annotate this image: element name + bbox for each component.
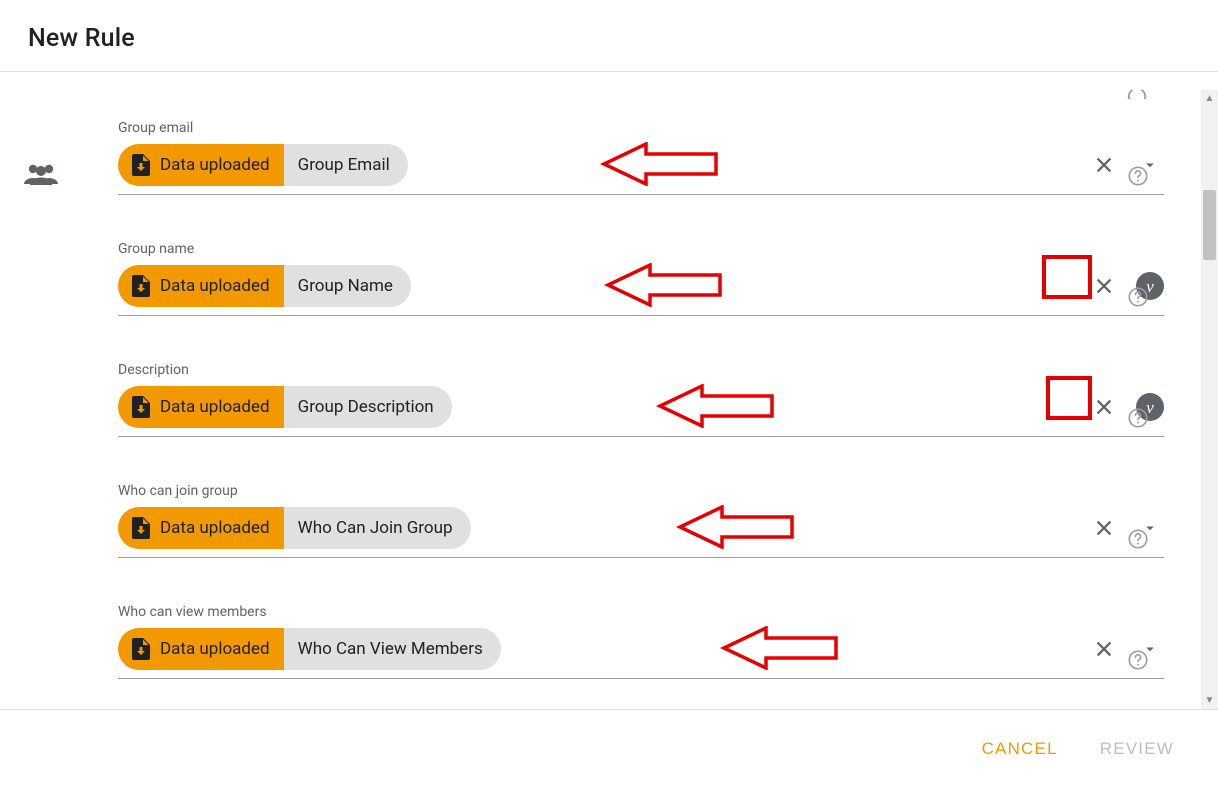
help-icon[interactable] [1124,283,1152,311]
field-label: Group email [118,120,1164,136]
chip-row[interactable]: Data uploaded Who Can View Members [118,628,1164,679]
field-group-name: Group name Data uploaded Group Name [118,241,1164,316]
chip-source: Data uploaded [118,507,284,549]
field-description: Description Data uploaded Group Descript… [118,362,1164,437]
chip-source: Data uploaded [118,144,284,186]
scrollbar[interactable]: ▲ ▼ [1201,90,1218,709]
file-upload-icon [132,154,150,176]
help-icon[interactable] [1124,162,1152,190]
help-icon[interactable] [1124,646,1152,674]
help-icon[interactable] [1126,90,1148,103]
footer: CANCEL REVIEW [0,709,1218,787]
chip-value: Group Name [284,265,411,307]
field-label: Description [118,362,1164,378]
clear-button[interactable] [1090,635,1118,663]
field-label: Group name [118,241,1164,257]
clear-button[interactable] [1090,151,1118,179]
scrollbar-thumb[interactable] [1203,190,1216,260]
file-upload-icon [132,275,150,297]
chip-row[interactable]: Data uploaded Group Name v [118,265,1164,316]
field-label: Who can join group [118,483,1164,499]
clear-button[interactable] [1090,272,1118,300]
chip-row[interactable]: Data uploaded Who Can Join Group [118,507,1164,558]
form-scroll-area: Group email Data uploaded Group Email [0,90,1194,709]
fields-container: Group email Data uploaded Group Email [118,90,1164,679]
mapping-chip[interactable]: Data uploaded Group Email [118,144,408,186]
mapping-chip[interactable]: Data uploaded Who Can Join Group [118,507,471,549]
mapping-chip[interactable]: Data uploaded Group Description [118,386,452,428]
scroll-up-icon[interactable]: ▲ [1201,90,1218,107]
chip-row[interactable]: Data uploaded Group Email [118,144,1164,195]
page-title: New Rule [28,24,1190,53]
chip-source-label: Data uploaded [160,276,270,296]
cancel-button[interactable]: CANCEL [978,733,1062,765]
chip-value: Who Can Join Group [284,507,471,549]
field-label: Who can view members [118,604,1164,620]
chip-value: Group Description [284,386,452,428]
clear-button[interactable] [1090,393,1118,421]
chip-row[interactable]: Data uploaded Group Description v [118,386,1164,437]
page-header: New Rule [0,0,1218,72]
mapping-chip[interactable]: Data uploaded Who Can View Members [118,628,501,670]
chip-value: Group Email [284,144,408,186]
field-group-email: Group email Data uploaded Group Email [118,120,1164,195]
chip-source: Data uploaded [118,628,284,670]
field-who-can-join: Who can join group Data uploaded Who Can… [118,483,1164,558]
scroll-down-icon[interactable]: ▼ [1201,692,1218,709]
clear-button[interactable] [1090,514,1118,542]
chip-value: Who Can View Members [284,628,501,670]
mapping-chip[interactable]: Data uploaded Group Name [118,265,411,307]
file-upload-icon [132,638,150,660]
group-icon [22,162,60,190]
field-who-can-view-members: Who can view members Data uploaded Who C… [118,604,1164,679]
chip-source: Data uploaded [118,386,284,428]
chip-source-label: Data uploaded [160,397,270,417]
chip-source-label: Data uploaded [160,155,270,175]
chip-source-label: Data uploaded [160,639,270,659]
review-button[interactable]: REVIEW [1096,733,1178,765]
file-upload-icon [132,396,150,418]
file-upload-icon [132,517,150,539]
help-icon[interactable] [1124,404,1152,432]
chip-source: Data uploaded [118,265,284,307]
chip-source-label: Data uploaded [160,518,270,538]
help-icon[interactable] [1124,525,1152,553]
